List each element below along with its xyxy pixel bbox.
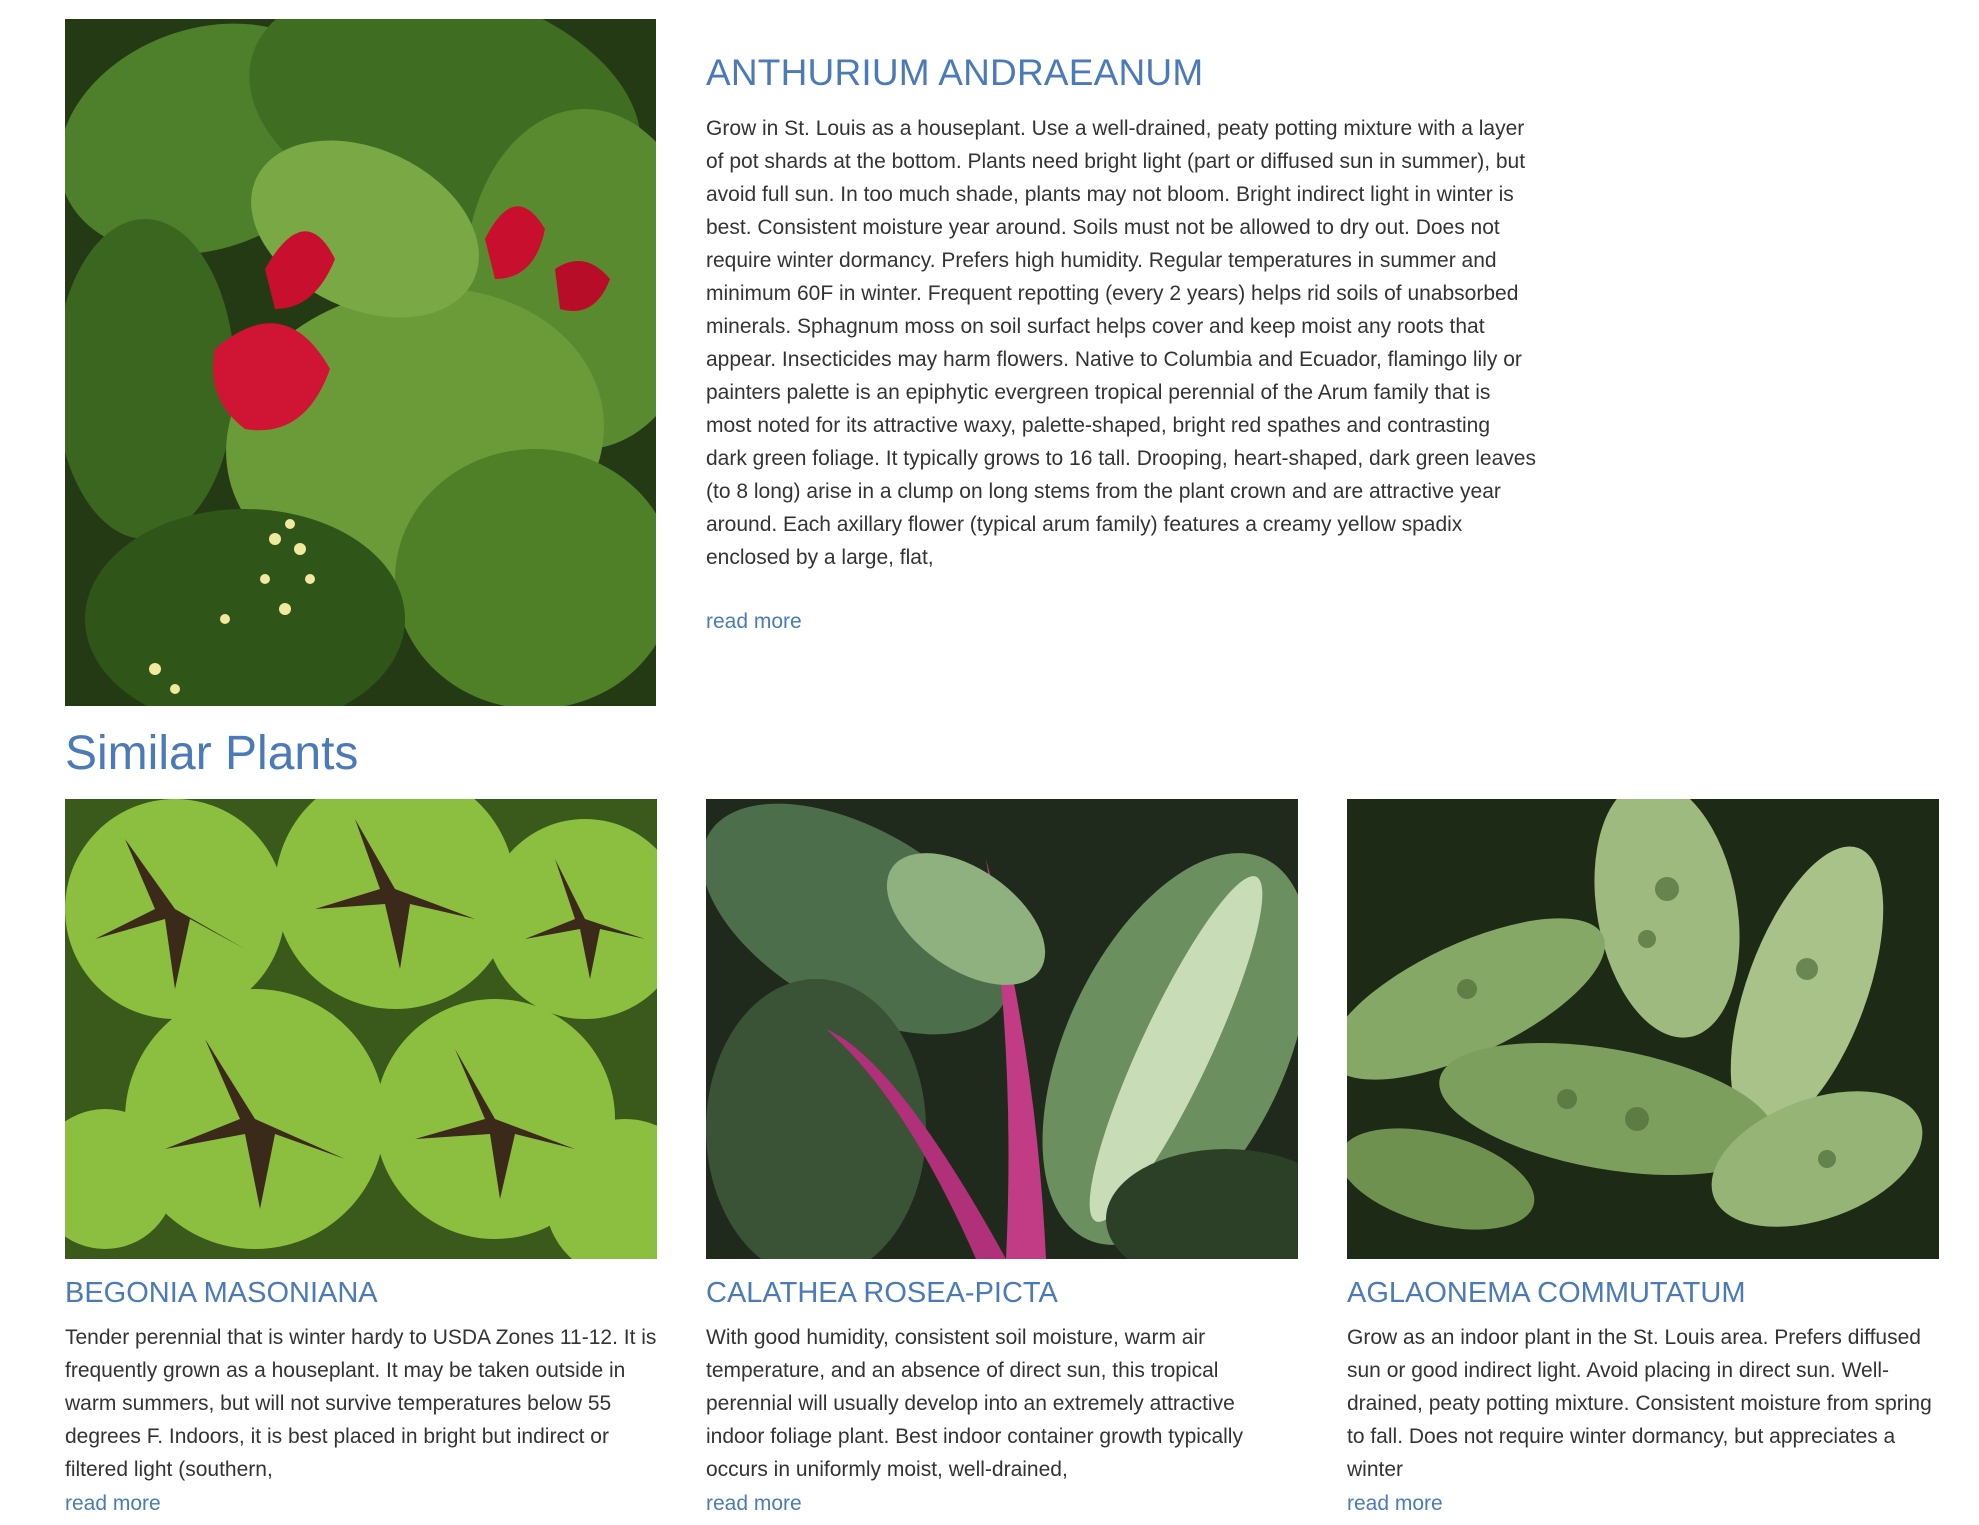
similar-plant-title[interactable]: AGLAONEMA COMMUTATUM: [1347, 1277, 1746, 1310]
similar-plant-card: AGLAONEMA COMMUTATUM Grow as an indoor p…: [1347, 799, 1939, 1519]
similar-plant-description: With good humidity, consistent soil mois…: [706, 1326, 1243, 1481]
read-more-link[interactable]: read more: [65, 1490, 161, 1518]
read-more-link[interactable]: read more: [706, 608, 802, 636]
calathea-photo[interactable]: [706, 799, 1298, 1259]
similar-plant-title[interactable]: CALATHEA ROSEA-PICTA: [706, 1277, 1058, 1310]
similar-plant-card: CALATHEA ROSEA-PICTA With good humidity,…: [706, 799, 1298, 1519]
similar-plant-title[interactable]: BEGONIA MASONIANA: [65, 1277, 378, 1310]
begonia-photo[interactable]: [65, 799, 657, 1259]
aglaonema-photo[interactable]: [1347, 799, 1939, 1259]
read-more-link[interactable]: read more: [1347, 1490, 1443, 1518]
plant-description: Grow in St. Louis as a houseplant. Use a…: [706, 117, 1536, 569]
anthurium-photo: [65, 19, 656, 706]
similar-plant-description: Tender perennial that is winter hardy to…: [65, 1326, 657, 1481]
similar-plants-heading: Similar Plants: [65, 727, 359, 780]
plant-title: ANTHURIUM ANDRAEANUM: [706, 52, 1204, 93]
similar-plant-card: BEGONIA MASONIANA Tender perennial that …: [65, 799, 657, 1519]
read-more-link[interactable]: read more: [706, 1490, 802, 1518]
similar-plant-description: Grow as an indoor plant in the St. Louis…: [1347, 1326, 1932, 1481]
